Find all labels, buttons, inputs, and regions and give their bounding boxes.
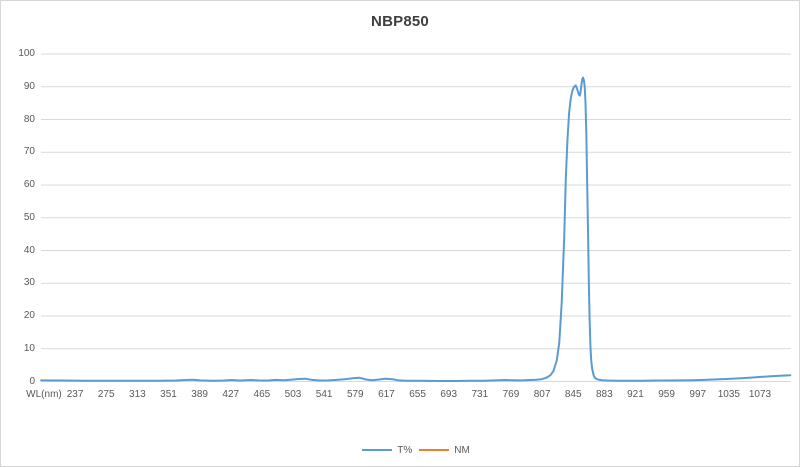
y-axis-tick-label: 20 <box>5 310 35 322</box>
t-percent-line-swatch-icon <box>362 449 392 451</box>
y-axis-tick-label: 70 <box>5 146 35 158</box>
y-axis-tick-label: 90 <box>5 81 35 93</box>
legend-item-t-percent[interactable]: T% <box>362 445 412 456</box>
x-axis-tick-label: 1073 <box>737 389 783 401</box>
series-line-t- <box>41 78 790 381</box>
y-axis-tick-label: 40 <box>5 245 35 257</box>
legend-label-nm: NM <box>454 445 470 456</box>
nm-line-swatch-icon <box>419 449 449 451</box>
legend: T% NM <box>41 442 791 458</box>
legend-label-t-percent: T% <box>397 445 412 456</box>
y-axis-tick-label: 60 <box>5 179 35 191</box>
y-axis-tick-label: 80 <box>5 114 35 126</box>
y-axis-tick-label: 10 <box>5 343 35 355</box>
chart-frame: NBP850 0102030405060708090100 WL(nm)2372… <box>0 0 800 467</box>
y-axis-tick-label: 50 <box>5 212 35 224</box>
y-axis-tick-label: 0 <box>5 376 35 388</box>
y-axis-tick-label: 30 <box>5 277 35 289</box>
y-axis-tick-label: 100 <box>5 48 35 60</box>
legend-item-nm[interactable]: NM <box>419 445 470 456</box>
